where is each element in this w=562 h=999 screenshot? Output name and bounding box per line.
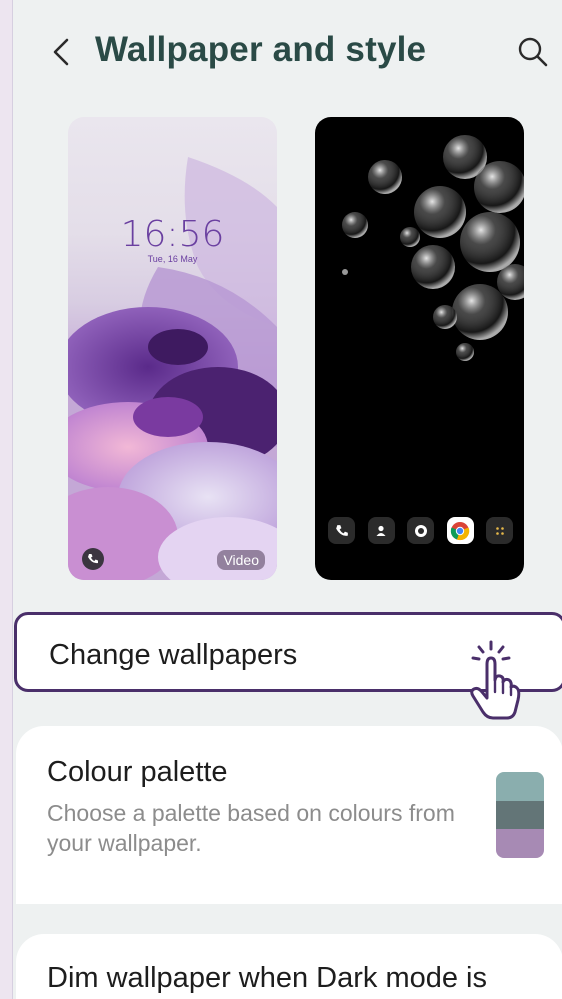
lock-clock: 16:56 xyxy=(120,214,225,255)
dim-wallpaper-item[interactable]: Dim wallpaper when Dark mode is xyxy=(16,934,562,999)
swatch-color-3 xyxy=(496,829,544,858)
swatch-color-1 xyxy=(496,772,544,801)
chrome-icon xyxy=(446,517,474,544)
lock-wallpaper-image xyxy=(68,157,277,580)
page-title: Wallpaper and style xyxy=(95,30,427,69)
contacts-icon xyxy=(367,517,395,544)
colour-palette-title: Colour palette xyxy=(47,756,228,788)
header: Wallpaper and style xyxy=(13,0,562,110)
back-button[interactable] xyxy=(41,30,81,74)
colour-palette-item[interactable]: Colour palette Choose a palette based on… xyxy=(16,726,562,904)
home-screen-preview[interactable] xyxy=(315,117,524,580)
search-icon xyxy=(518,37,548,67)
lock-screen-preview[interactable]: 16:56 Tue, 16 May Video xyxy=(68,117,277,580)
phone-icon xyxy=(328,517,355,544)
lock-date: Tue, 16 May xyxy=(147,254,198,264)
camera-icon xyxy=(407,517,434,544)
colour-palette-description: Choose a palette based on colours from y… xyxy=(47,800,455,856)
phone-icon xyxy=(82,548,104,570)
tap-hand-icon xyxy=(470,640,521,720)
home-dock xyxy=(328,517,513,544)
palette-swatch xyxy=(496,772,544,858)
video-badge: Video xyxy=(217,550,265,570)
apps-icon xyxy=(486,517,513,544)
swatch-color-2 xyxy=(496,800,544,830)
settings-screen: Wallpaper and style 16:56 Tue, 16 May Vi… xyxy=(12,0,562,999)
search-button[interactable] xyxy=(515,34,551,70)
change-wallpapers-label: Change wallpapers xyxy=(49,639,298,671)
home-wallpaper-image xyxy=(342,135,524,361)
chevron-left-icon xyxy=(53,38,69,66)
dim-wallpaper-title: Dim wallpaper when Dark mode is xyxy=(47,962,487,994)
